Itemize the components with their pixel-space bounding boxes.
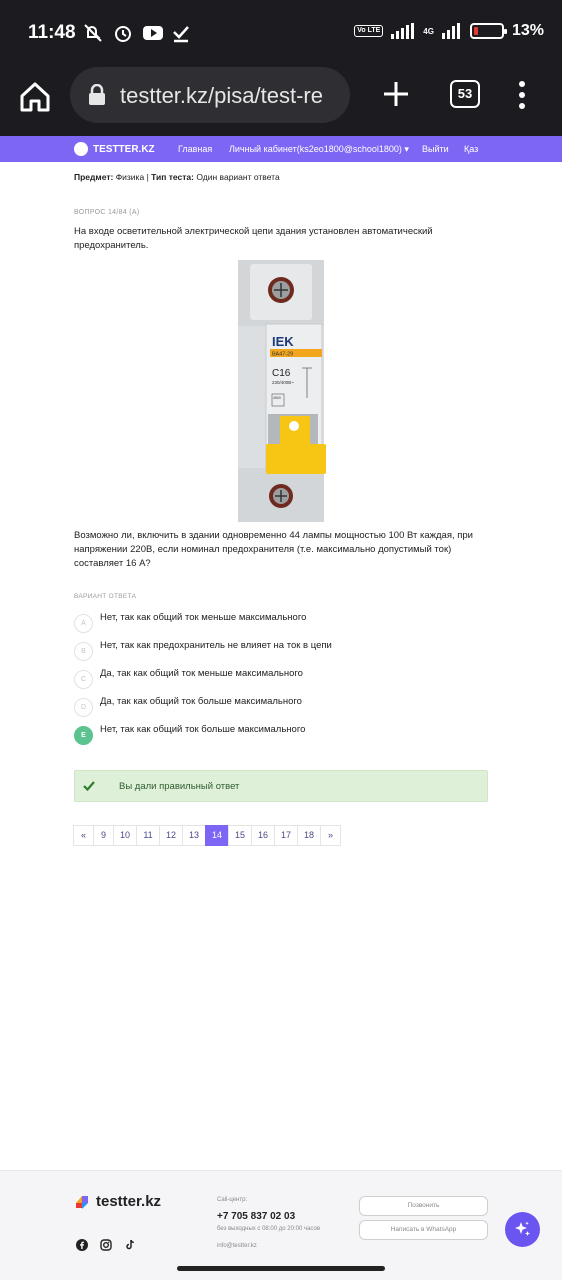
mute-icon bbox=[84, 24, 102, 42]
option-letter: D bbox=[74, 698, 93, 717]
page-prev[interactable]: « bbox=[73, 825, 94, 846]
breaker-brand: IEK bbox=[272, 334, 294, 349]
question-number: ВОПРОС 14/84 (А) bbox=[74, 209, 140, 216]
notification-icons bbox=[82, 22, 190, 44]
nav-language[interactable]: Қаз bbox=[464, 144, 478, 154]
option-letter: E bbox=[74, 726, 93, 745]
instagram-icon[interactable] bbox=[100, 1239, 112, 1251]
volte-badge: Vo LTE bbox=[354, 25, 384, 37]
question-text: На входе осветительной электрической цеп… bbox=[74, 226, 433, 251]
circuit-breaker-image: IEK ВА47-29 C16 230/400В~ 4500 bbox=[238, 260, 326, 522]
gesture-home-bar[interactable] bbox=[177, 1266, 385, 1271]
site-logo[interactable]: TESTTER.KZ bbox=[74, 142, 155, 156]
breaker-voltage: 230/400В~ bbox=[272, 380, 294, 385]
result-text: Вы дали правильный ответ bbox=[119, 781, 240, 792]
option-text: Да, так как общий ток больше максимально… bbox=[100, 696, 302, 707]
footer-logo-text: testter.kz bbox=[96, 1193, 162, 1210]
social-links bbox=[76, 1239, 136, 1251]
battery-icon bbox=[469, 23, 507, 39]
test-type-value: Один вариант ответа bbox=[196, 172, 280, 182]
page-link[interactable]: 10 bbox=[113, 825, 137, 846]
page-link[interactable]: 11 bbox=[136, 825, 160, 846]
alarm-icon bbox=[115, 26, 131, 42]
call-button[interactable]: Позвонить bbox=[359, 1196, 488, 1216]
footer-logo[interactable]: testter.kz bbox=[74, 1193, 161, 1210]
subject-label: Предмет: bbox=[74, 172, 114, 182]
answer-option-e[interactable]: E Нет, так как общий ток больше максимал… bbox=[74, 724, 494, 746]
call-center-label: Call-центр: bbox=[217, 1197, 248, 1203]
answer-option-d[interactable]: D Да, так как общий ток больше максималь… bbox=[74, 696, 494, 718]
page-link[interactable]: 9 bbox=[93, 825, 114, 846]
status-bar: 11:48 Vo LTE 4G 13% bbox=[0, 0, 562, 64]
address-bar[interactable]: testter.kz/pisa/test-re bbox=[70, 67, 350, 123]
page-link[interactable]: 13 bbox=[182, 825, 206, 846]
url-text: testter.kz/pisa/test-re bbox=[120, 83, 323, 108]
nav-logout[interactable]: Выйти bbox=[422, 144, 449, 154]
page-link[interactable]: 16 bbox=[251, 825, 275, 846]
result-alert: Вы дали правильный ответ bbox=[74, 770, 488, 802]
pagination: « 9 10 11 12 13 14 15 16 17 18 » bbox=[73, 825, 341, 846]
more-menu-icon[interactable] bbox=[512, 80, 532, 110]
signal-icon bbox=[391, 23, 415, 39]
facebook-icon[interactable] bbox=[76, 1239, 88, 1251]
page-link[interactable]: 17 bbox=[274, 825, 298, 846]
page-link[interactable]: 15 bbox=[228, 825, 252, 846]
home-icon[interactable] bbox=[18, 80, 52, 114]
page-link[interactable]: 12 bbox=[159, 825, 183, 846]
lock-icon bbox=[89, 84, 105, 105]
browser-toolbar: testter.kz/pisa/test-re 53 bbox=[0, 64, 562, 136]
answer-option-b[interactable]: B Нет, так как предохранитель не влияет … bbox=[74, 640, 494, 662]
nav-home[interactable]: Главная bbox=[178, 144, 212, 154]
option-letter: C bbox=[74, 670, 93, 689]
testter-logo-icon bbox=[76, 1195, 88, 1209]
sparkle-icon bbox=[515, 1221, 530, 1236]
question-text-2: Возможно ли, включить в здании одновреме… bbox=[74, 530, 473, 569]
network-type: 4G bbox=[423, 26, 434, 36]
whatsapp-button[interactable]: Написать в WhatsApp bbox=[359, 1220, 488, 1240]
tab-switcher-button[interactable]: 53 bbox=[450, 80, 480, 108]
tiktok-icon[interactable] bbox=[124, 1239, 136, 1251]
option-text: Нет, так как общий ток больше максимальн… bbox=[100, 724, 306, 735]
answer-option-c[interactable]: C Да, так как общий ток меньше максималь… bbox=[74, 668, 494, 690]
youtube-icon bbox=[143, 26, 163, 40]
battery-percent: 13% bbox=[511, 22, 544, 39]
option-text: Нет, так как общий ток меньше максимальн… bbox=[100, 612, 307, 623]
signal-icon-2 bbox=[441, 23, 460, 39]
clock: 11:48 bbox=[28, 22, 76, 43]
download-done-icon bbox=[173, 26, 189, 43]
email-link[interactable]: info@testter.kz bbox=[217, 1243, 257, 1249]
option-letter: A bbox=[74, 614, 93, 633]
breaker-capacity: 4500 bbox=[273, 396, 281, 400]
option-letter: B bbox=[74, 642, 93, 661]
site-logo-text: TESTTER.KZ bbox=[93, 143, 155, 155]
answer-option-a[interactable]: A Нет, так как общий ток меньше максимал… bbox=[74, 612, 494, 634]
new-tab-icon[interactable] bbox=[380, 78, 412, 110]
option-text: Нет, так как предохранитель не влияет на… bbox=[100, 640, 332, 651]
breaker-rating: C16 bbox=[272, 368, 291, 379]
nav-account[interactable]: Личный кабинет(ks2eo1800@school1800) ▾ bbox=[229, 144, 409, 155]
breaker-model: ВА47-29 bbox=[272, 352, 293, 358]
test-meta: Предмет: Физика | Тип теста: Один вариан… bbox=[74, 172, 280, 182]
page-next[interactable]: » bbox=[320, 825, 341, 846]
site-footer: testter.kz Call-центр: +7 705 837 02 03 … bbox=[0, 1170, 562, 1280]
phone-number[interactable]: +7 705 837 02 03 bbox=[217, 1211, 295, 1222]
logo-icon bbox=[74, 142, 88, 156]
test-type-label: Тип теста: bbox=[151, 172, 194, 182]
page-link-current[interactable]: 14 bbox=[205, 825, 229, 846]
working-hours: без выходных с 08:00 до 20:00 часов bbox=[217, 1226, 321, 1232]
answers-label: ВАРИАНТ ОТВЕТА bbox=[74, 593, 137, 600]
check-icon bbox=[83, 781, 95, 791]
assistant-fab[interactable] bbox=[505, 1212, 540, 1247]
page-link[interactable]: 18 bbox=[297, 825, 321, 846]
subject-value: Физика bbox=[115, 172, 145, 182]
option-text: Да, так как общий ток меньше максимально… bbox=[100, 668, 303, 679]
site-navbar: TESTTER.KZ Главная Личный кабинет(ks2eo1… bbox=[0, 136, 562, 162]
